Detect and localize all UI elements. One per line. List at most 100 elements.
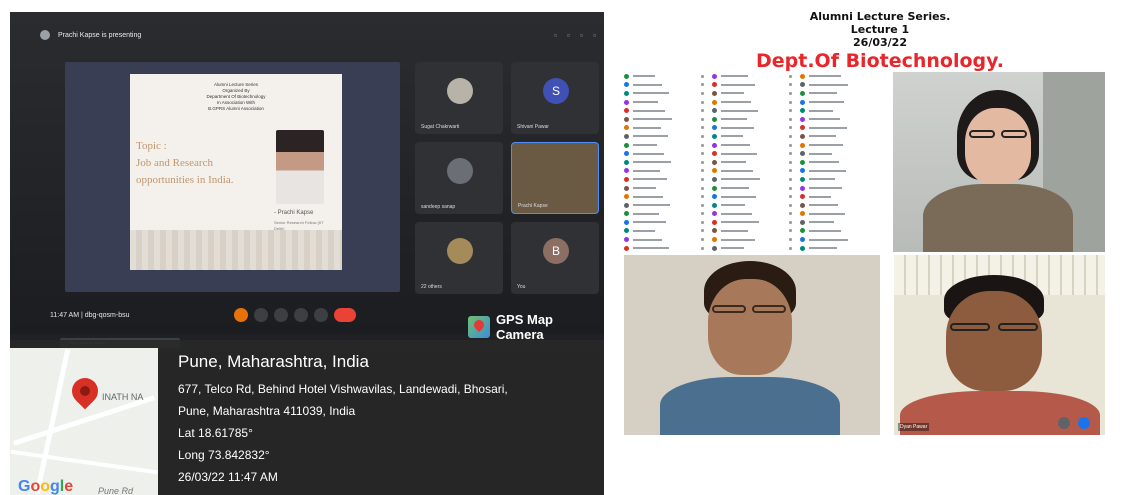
participant-name-blur [809, 144, 843, 147]
participant-name-blur [809, 101, 844, 104]
video-tile-dyan: Dyan Pawar [894, 255, 1105, 435]
participant-name-blur [721, 152, 757, 155]
avatar [447, 158, 473, 184]
gps-camera-icon [468, 316, 490, 338]
participant-row [624, 132, 712, 141]
participant-tile[interactable]: 22 others [415, 222, 503, 294]
participant-name-blur [809, 161, 839, 164]
participant-row [712, 106, 800, 115]
map-thumbnail: INATH NA Google Pune Rd [10, 348, 158, 495]
participant-name-blur [809, 195, 831, 198]
participant-avatar [800, 228, 805, 234]
meet-screen-photo: Prachi Kapse is presenting ▫ ▫ ▫ ▫ Alumn… [10, 12, 604, 495]
captions-icon[interactable] [273, 308, 288, 322]
participant-name: sandeep sanap [421, 204, 456, 210]
mic-icon[interactable] [1078, 417, 1090, 429]
present-icon[interactable] [293, 308, 308, 322]
participant-name-blur [721, 92, 744, 95]
video-tile-sandeep [624, 255, 880, 435]
participant-name-blur [633, 144, 657, 147]
gps-app-name: GPS Map Camera [495, 312, 554, 342]
participant-avatar [800, 133, 805, 139]
participant-row [712, 218, 800, 227]
participant-avatar [800, 142, 805, 148]
participant-row [800, 175, 888, 184]
participant-tile[interactable]: sandeep sanap [415, 142, 503, 214]
participant-avatar [624, 194, 629, 200]
participant-name-blur [721, 221, 759, 224]
mic-status-icon [701, 229, 704, 233]
glasses [969, 130, 995, 138]
participant-name-blur [633, 212, 659, 215]
participant-name-blur [809, 118, 840, 121]
participant-avatar [624, 245, 629, 251]
avatar [447, 78, 473, 104]
camera-icon[interactable] [253, 308, 268, 322]
participant-name-blur [721, 247, 744, 250]
participant-row [624, 124, 712, 133]
mic-status-icon [701, 134, 704, 138]
mic-status-icon [701, 186, 704, 190]
mic-status-icon [789, 238, 792, 242]
participant-avatar [624, 202, 629, 208]
participant-row [624, 167, 712, 176]
participant-avatar [800, 125, 805, 131]
mic-status-icon [701, 160, 704, 164]
participant-tile[interactable]: B You [511, 222, 599, 294]
participant-avatar [624, 237, 629, 243]
speaker-name: - Prachi Kapse [274, 210, 314, 216]
window-controls[interactable]: ▫ ▫ ▫ ▫ [554, 31, 600, 40]
mic-status-icon [701, 83, 704, 87]
microphone-icon[interactable] [233, 308, 248, 322]
participant-avatar [624, 108, 629, 114]
mic-status-icon [789, 246, 792, 250]
slide-topic: Topic : Job and Research opportunities i… [136, 138, 276, 189]
participant-name: Prachi Kapse [518, 203, 548, 209]
participant-name-blur [721, 187, 749, 190]
participant-name-blur [721, 83, 755, 86]
participant-name-blur [633, 92, 669, 95]
participant-name-blur [809, 221, 834, 224]
participant-name-blur [633, 204, 670, 207]
mic-status-icon [789, 152, 792, 156]
participant-row [800, 132, 888, 141]
mic-status-icon [701, 169, 704, 173]
participant-name-blur [633, 101, 658, 104]
participant-row [800, 149, 888, 158]
participant-row [624, 72, 712, 81]
participant-avatar [624, 116, 629, 122]
slide-head-line: B.GPRS Alumni Association [208, 106, 264, 111]
meeting-controls [228, 308, 356, 322]
participant-avatar [624, 211, 629, 217]
map-area-label: INATH NA [102, 392, 144, 402]
geotag-address-line2: Pune, Maharashtra 411039, India [178, 404, 356, 418]
participant-name-blur [809, 92, 837, 95]
participant-tile[interactable]: Sugat Chakrwarti [415, 62, 503, 134]
mic-status-icon [701, 246, 704, 250]
presentation-slide: Alumni Lecture Series Organized By Depar… [130, 74, 342, 270]
glasses [950, 323, 990, 331]
participant-avatar [800, 245, 805, 251]
participant-avatar [800, 151, 805, 157]
participant-row [712, 149, 800, 158]
more-options-icon[interactable] [313, 308, 328, 322]
participant-row [712, 158, 800, 167]
mic-status-icon [701, 238, 704, 242]
participant-name-blur [721, 238, 755, 241]
google-logo-letter: g [50, 478, 60, 495]
participant-avatar [800, 73, 805, 79]
expand-icon[interactable] [1058, 417, 1070, 429]
participant-tile-active[interactable]: Prachi Kapse [511, 142, 599, 214]
participant-name: 22 others [421, 284, 442, 290]
participant-row [800, 158, 888, 167]
participant-avatar [712, 151, 717, 157]
participant-avatar [712, 99, 717, 105]
participant-name-blur [633, 229, 655, 232]
mic-status-icon [701, 220, 704, 224]
person-body [923, 184, 1073, 252]
mic-status-icon [789, 74, 792, 78]
speaker-photo [276, 130, 324, 204]
end-call-button[interactable] [333, 308, 356, 322]
participant-tile[interactable]: S Shivani Pawar [511, 62, 599, 134]
participant-row [800, 81, 888, 90]
